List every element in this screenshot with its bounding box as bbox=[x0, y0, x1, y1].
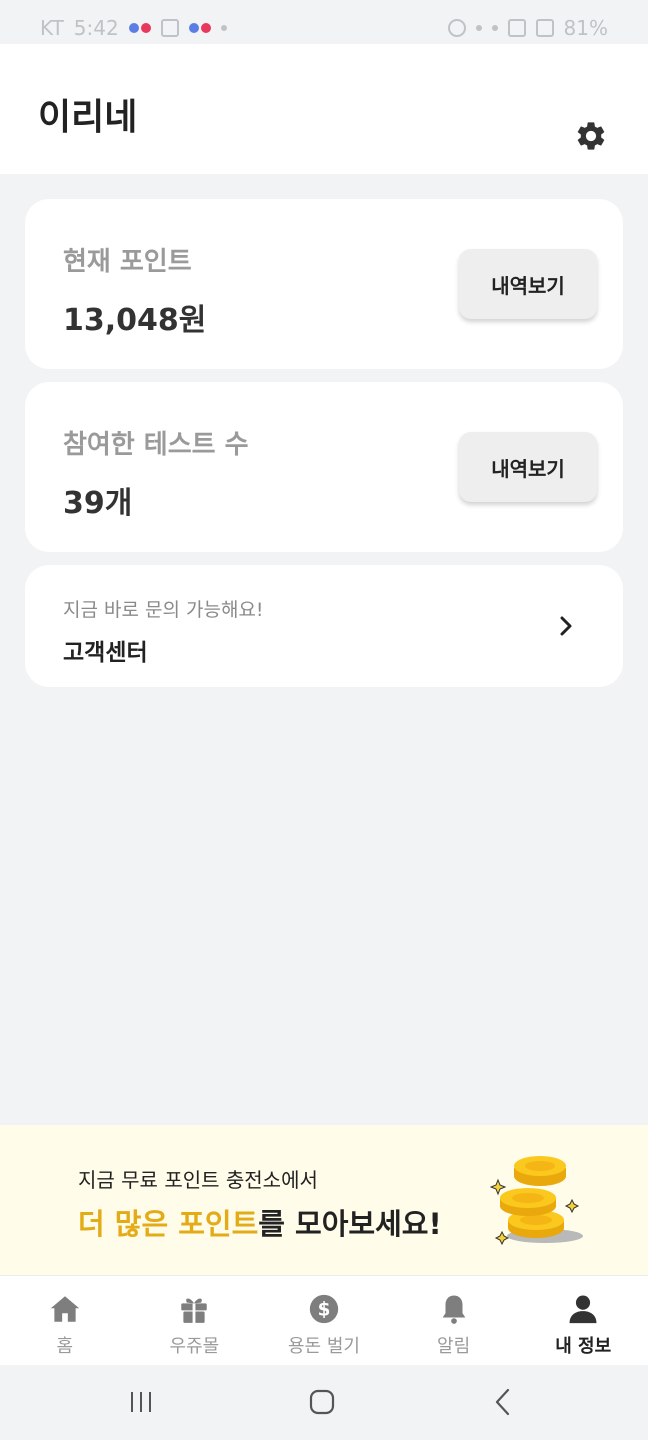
coins-icon bbox=[490, 1156, 583, 1246]
recents-icon[interactable] bbox=[126, 1387, 156, 1417]
tab-alerts[interactable]: 알림 bbox=[389, 1276, 519, 1365]
person-icon bbox=[569, 1295, 597, 1324]
status-time: 5:42 bbox=[73, 16, 119, 40]
banner-line1: 지금 무료 포인트 충전소에서 bbox=[78, 1168, 318, 1192]
gift-icon bbox=[181, 1298, 208, 1324]
bluetooth-icon bbox=[475, 25, 482, 31]
customer-center-card[interactable]: 지금 바로 문의 가능해요! 고객센터 bbox=[25, 565, 623, 687]
tab-alerts-label: 알림 bbox=[437, 1336, 471, 1357]
tab-home[interactable]: 홈 bbox=[0, 1276, 130, 1365]
gear-icon[interactable] bbox=[574, 119, 608, 153]
banner-highlight: 더 많은 포인트 bbox=[78, 1207, 259, 1241]
tab-mall[interactable]: 우쥬몰 bbox=[130, 1276, 260, 1365]
point-charging-banner[interactable]: 지금 무료 포인트 충전소에서 더 많은 포인트를 모아보세요! bbox=[0, 1125, 648, 1275]
tab-mall-label: 우쥬몰 bbox=[169, 1336, 220, 1357]
home-icon bbox=[50, 1296, 79, 1322]
tab-home-label: 홈 bbox=[56, 1336, 74, 1357]
tests-label: 참여한 테스트 수 bbox=[63, 430, 249, 460]
alarm-icon bbox=[447, 19, 466, 37]
more-notifications-icon bbox=[220, 25, 227, 31]
status-right: 81% bbox=[447, 16, 608, 40]
status-left: KT 5:42 bbox=[40, 16, 227, 40]
bell-icon bbox=[442, 1295, 465, 1324]
system-nav-bar bbox=[0, 1365, 648, 1440]
app-notification-icon-2 bbox=[188, 23, 211, 33]
bottom-tab-bar: 홈 우쥬몰 $ 용돈 벌기 알림 내 정보 bbox=[0, 1275, 648, 1365]
carrier-label: KT bbox=[40, 16, 64, 40]
tab-earn-label: 용돈 벌기 bbox=[288, 1336, 360, 1357]
points-label: 현재 포인트 bbox=[63, 247, 192, 277]
tests-card: 참여한 테스트 수 39개 내역보기 bbox=[25, 382, 623, 552]
mute-icon bbox=[491, 25, 498, 31]
app-header: 이리네 bbox=[0, 44, 648, 174]
support-subtitle: 지금 바로 문의 가능해요! bbox=[63, 599, 264, 621]
points-value: 13,048원 bbox=[63, 303, 207, 338]
banner-line2: 더 많은 포인트를 모아보세요! bbox=[78, 1201, 442, 1243]
home-button-icon[interactable] bbox=[307, 1387, 337, 1417]
support-title: 고객센터 bbox=[63, 640, 148, 666]
chevron-right-icon bbox=[560, 616, 572, 636]
points-card: 현재 포인트 13,048원 내역보기 bbox=[25, 199, 623, 369]
dollar-coin-icon: $ bbox=[309, 1294, 339, 1324]
page-title: 이리네 bbox=[38, 97, 138, 138]
tab-earn[interactable]: $ 용돈 벌기 bbox=[259, 1276, 389, 1365]
signal-icon bbox=[535, 19, 554, 37]
battery-percent: 81% bbox=[563, 16, 608, 40]
back-icon[interactable] bbox=[488, 1387, 518, 1417]
tab-my-info[interactable]: 내 정보 bbox=[518, 1276, 648, 1365]
app-notification-icon bbox=[128, 23, 151, 33]
tab-my-info-label: 내 정보 bbox=[555, 1336, 612, 1357]
banner-rest: 를 모아보세요! bbox=[258, 1207, 442, 1241]
tests-value: 39개 bbox=[63, 486, 133, 521]
svg-text:$: $ bbox=[318, 1299, 331, 1320]
points-history-button[interactable]: 내역보기 bbox=[459, 249, 597, 319]
gallery-notification-icon bbox=[160, 19, 179, 37]
wifi-icon bbox=[507, 19, 526, 37]
tests-history-button[interactable]: 내역보기 bbox=[459, 432, 597, 502]
